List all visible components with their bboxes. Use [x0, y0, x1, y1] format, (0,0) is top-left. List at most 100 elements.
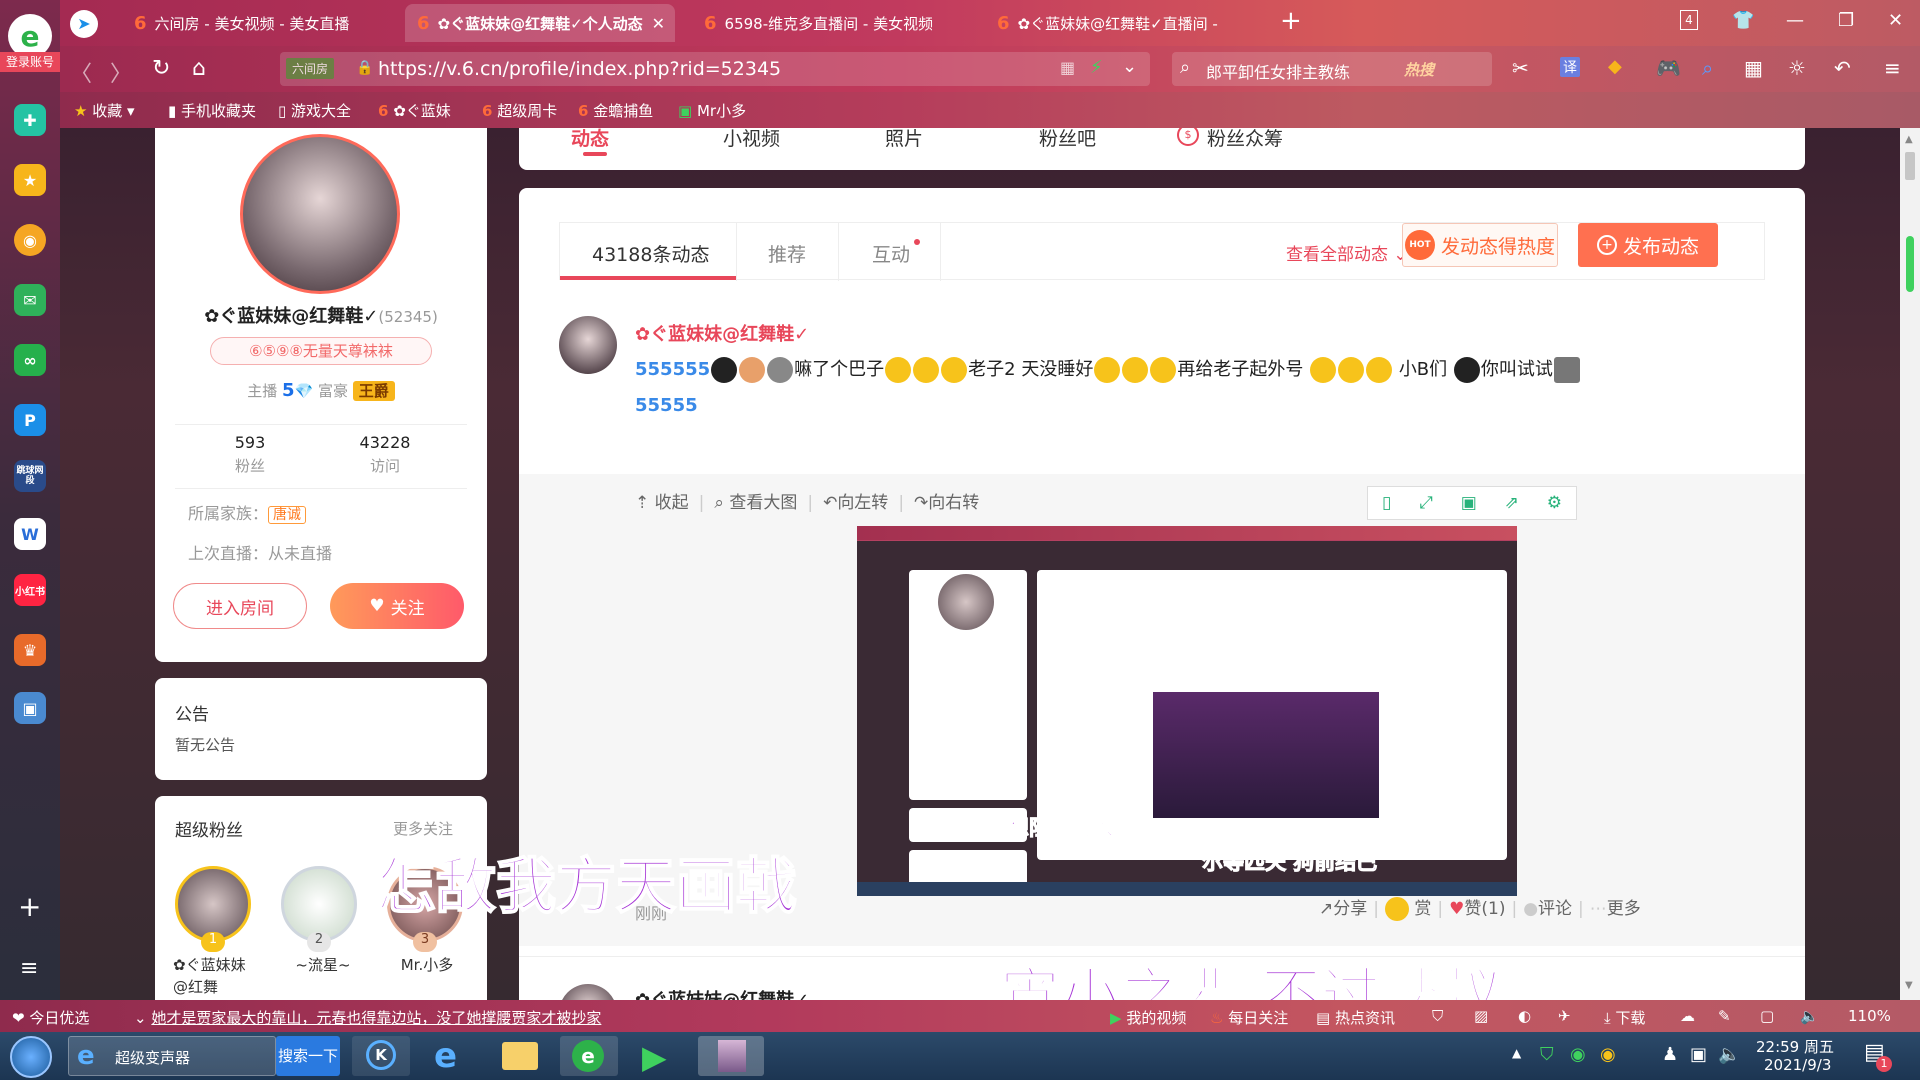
back-icon[interactable]: 〈 [70, 56, 92, 88]
tray-360-icon[interactable]: ◉ [1570, 1044, 1586, 1065]
tray-up-icon[interactable]: ▲ [1512, 1046, 1521, 1060]
p-app-icon[interactable]: P [14, 404, 46, 436]
plus-app-icon[interactable]: ✚ [14, 104, 46, 136]
tab-profile[interactable]: 6 ✿ぐ蓝妹妹@红舞鞋✓个人动态 ✕ [405, 4, 675, 42]
fan-name[interactable]: ~流星~ [283, 954, 363, 975]
photo-icon[interactable]: ▣ [14, 692, 46, 724]
taskbar-search-button[interactable]: 搜索一下 [276, 1036, 340, 1076]
tray-network-icon[interactable]: ▣ [1690, 1044, 1707, 1065]
notes-icon[interactable]: ✎ [1718, 1007, 1731, 1025]
redbook-icon[interactable]: 小红书 [14, 574, 46, 606]
news-ticker[interactable]: ⌄ 她才是贾家最大的靠山，元春也得靠边站，没了她撑腰贾家才被抄家 [134, 1007, 601, 1028]
chart-icon[interactable]: ▨ [1474, 1007, 1488, 1025]
taskbar-player-icon[interactable]: ▶ [628, 1036, 686, 1076]
brightness-icon[interactable]: ☼ [1788, 56, 1806, 80]
bookmark-favorites[interactable]: ★ 收藏 ▾ [74, 100, 135, 121]
zoom-level[interactable]: 110% [1848, 1007, 1891, 1025]
tab-count-badge[interactable]: 4 [1680, 10, 1698, 30]
post-avatar[interactable] [559, 984, 617, 1000]
game-app-icon[interactable]: 跳球网段 [14, 460, 46, 492]
download-link[interactable]: ⤓ 下载 [1604, 1007, 1645, 1028]
like-button[interactable]: ♥赞(1) [1449, 899, 1505, 919]
share-icon[interactable]: ⇗ [1505, 493, 1519, 513]
maximize-button[interactable]: ❐ [1838, 10, 1854, 31]
address-bar[interactable]: 六间房 🔒 https://v.6.cn/profile/index.php?r… [280, 52, 1150, 86]
chevron-down-icon[interactable]: ⌄ [1122, 56, 1137, 77]
rocket-icon[interactable]: ✈ [1558, 1007, 1571, 1025]
window-icon[interactable]: ▢ [1760, 1007, 1774, 1025]
settings-gear-icon[interactable]: ⚙ [1547, 493, 1562, 513]
post-avatar[interactable] [559, 316, 617, 374]
bookmark-games[interactable]: ▯ 游戏大全 [278, 100, 351, 121]
comment-button[interactable]: ●评论 [1523, 899, 1572, 919]
bookmark-weekly[interactable]: 6 超级周卡 [482, 100, 557, 121]
fan-name[interactable]: Mr.小多 [387, 954, 467, 975]
sidebar-menu-button[interactable]: ≡ [20, 956, 38, 981]
today-picks[interactable]: ❤ 今日优选 [12, 1007, 89, 1028]
translate-icon[interactable]: 译 [1560, 57, 1580, 77]
coupon-icon[interactable]: ◆ [1608, 56, 1622, 77]
menu-icon[interactable]: ≡ [1884, 56, 1901, 80]
mail-icon[interactable]: ✉ [14, 284, 46, 316]
star-app-icon[interactable]: ★ [14, 164, 46, 196]
expand-icon[interactable]: ⤢ [1419, 493, 1433, 513]
close-tab-icon[interactable]: ✕ [652, 14, 665, 33]
hot-search-label[interactable]: 热搜 [1404, 59, 1434, 80]
start-button[interactable] [10, 1036, 52, 1078]
nav-tab-crowdfund[interactable]: 粉丝众筹 [1207, 128, 1283, 151]
search-box[interactable]: ⌕ 郎平卸任女排主教练 热搜 [1172, 52, 1492, 86]
tray-qq-icon[interactable]: ♟ [1662, 1044, 1678, 1065]
nav-tab-photos[interactable]: 照片 [885, 128, 923, 151]
outer-scroll-indicator[interactable] [1906, 236, 1914, 292]
game-icon[interactable]: ♛ [14, 634, 46, 666]
tray-date[interactable]: 2021/9/3 [1764, 1056, 1831, 1074]
home-icon[interactable]: ⌂ [192, 56, 206, 81]
feed-tab-interact[interactable]: 互动 [872, 240, 910, 267]
follow-button[interactable]: ♥ 关注 [330, 583, 464, 629]
weibo-icon[interactable]: ◉ [14, 224, 46, 256]
family-badge[interactable]: 唐诚 [268, 506, 307, 524]
bookmark-mrxiaoduo[interactable]: ▣ Mr小多 [678, 100, 746, 121]
search-input[interactable]: 郎平卸任女排主教练 [1206, 59, 1350, 83]
shield-icon[interactable]: ➤ [70, 10, 98, 38]
cloud-icon[interactable]: ☁ [1680, 1007, 1695, 1025]
taskbar-browser-icon[interactable]: e [560, 1036, 618, 1076]
enter-room-button[interactable]: 进入房间 [173, 583, 307, 629]
fan-name[interactable]: ✿ぐ蓝妹妹@红舞 [173, 954, 253, 998]
tray-wechat-icon[interactable]: ◉ [1600, 1044, 1616, 1065]
doc-icon[interactable]: W [14, 518, 46, 550]
taskbar-ie-icon[interactable]: e [420, 1036, 478, 1076]
nav-tab-fanbar[interactable]: 粉丝吧 [1039, 128, 1096, 151]
bookmark-lanmeimei[interactable]: 6 ✿ぐ蓝妹 [378, 100, 451, 121]
qr-icon[interactable]: ▦ [1060, 58, 1075, 77]
publish-button[interactable]: + 发布动态 [1578, 223, 1718, 267]
bookmark-mobile[interactable]: ▮ 手机收藏夹 [168, 100, 256, 121]
rotate-right-button[interactable]: ↷向右转 [914, 493, 979, 513]
view-all-dropdown[interactable]: 查看全部动态 ⌄ [1286, 240, 1408, 265]
undo-icon[interactable]: ↶ [1834, 56, 1851, 80]
refresh-icon[interactable]: ↻ [152, 56, 170, 81]
magnifier-icon[interactable]: ⌕ [1702, 56, 1713, 80]
speed-icon[interactable]: ◐ [1518, 1007, 1531, 1025]
scroll-up-icon[interactable]: ▲ [1905, 134, 1913, 145]
bookmark-fishing[interactable]: 6 金蟾捕鱼 [578, 100, 653, 121]
taskbar-k-app-icon[interactable]: K [352, 1036, 410, 1076]
gamepad-icon[interactable]: 🎮 [1656, 56, 1681, 80]
login-button[interactable]: 登录账号 [0, 52, 60, 72]
feed-tab-all[interactable]: 43188条动态 [592, 240, 709, 267]
link-icon[interactable]: ∞ [14, 344, 46, 376]
taskbar-photo-app[interactable] [698, 1036, 764, 1076]
new-tab-button[interactable]: + [1280, 6, 1302, 36]
fan-avatar[interactable] [175, 866, 251, 942]
scroll-thumb[interactable] [1905, 152, 1915, 180]
forward-icon[interactable]: 〉 [110, 56, 132, 88]
more-follows-link[interactable]: 更多关注 [393, 818, 453, 839]
tab-live-room[interactable]: 6 ✿ぐ蓝妹妹@红舞鞋✓直播间 - [985, 4, 1240, 42]
tab-live-6598[interactable]: 6 6598-维克多直播间 - 美女视频 [692, 4, 932, 42]
scissors-icon[interactable]: ✂ [1512, 56, 1529, 80]
fan-avatar[interactable] [281, 866, 357, 942]
minimize-button[interactable]: — [1786, 10, 1804, 31]
shield-icon[interactable]: ⛉ [1432, 1007, 1443, 1025]
hot-news-link[interactable]: ▤ 热点资讯 [1316, 1007, 1395, 1028]
tab-home[interactable]: 6 六间房 - 美女视频 - 美女直播 [122, 4, 370, 42]
